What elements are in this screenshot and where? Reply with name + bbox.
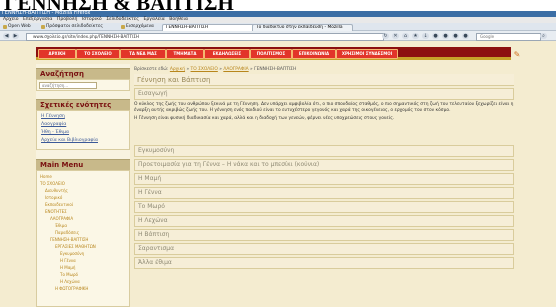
related-link[interactable]: Αρχεία και Βιβλιογραφία <box>41 138 98 144</box>
nav-school[interactable]: ΤΟ ΣΧΟΛΕΙΟ <box>76 49 120 59</box>
menu-item[interactable]: Η Λεχώνα <box>60 279 80 284</box>
bookmark-open-web[interactable]: Open Web <box>2 24 31 30</box>
breadcrumb-link[interactable]: Αρχική <box>170 67 185 72</box>
menu-item[interactable]: Έθιμα <box>55 223 67 228</box>
addon-icon[interactable]: ● <box>462 33 469 39</box>
menu-item[interactable]: Εγκυμοσύνη <box>60 251 84 256</box>
breadcrumb-current: ΓΕΝΝΗΣΗ-ΒΑΠΤΙΣΗ <box>254 67 297 72</box>
address-bar[interactable]: www.σχολείο.gr/site/index.php/ΓΕΝΝΗΣΗ-ΒΑ… <box>26 33 384 41</box>
stop-icon[interactable]: ✕ <box>392 33 399 39</box>
section-heading[interactable]: Σαραντισμα <box>134 243 514 255</box>
menu-item[interactable]: ΕΡΓΑΣΙΕΣ ΜΑΘΗΤΩΝ <box>55 244 96 249</box>
tabs-bar: Open Web Πρόσφατοι σελιδοδείκτες Εισερχό… <box>0 23 556 32</box>
section-heading[interactable]: Προετοιμασία για τη Γέννα – Η νάκα και τ… <box>134 159 514 171</box>
nav-home[interactable]: ΑΡΧΙΚΗ <box>38 49 76 59</box>
related-box: Η Γέννηση Λαογραφία Ήθη - Έθιμα Αρχεία κ… <box>36 110 130 150</box>
menu-item[interactable]: Παραδόσεις <box>55 230 79 235</box>
menu-item[interactable]: Το Μωρό <box>60 272 78 277</box>
menu-item[interactable]: ΓΕΝΝΗΣΗ-ΒΑΠΤΙΣΗ <box>50 237 88 242</box>
search-box: αναζήτηση... <box>36 79 130 91</box>
menu-item[interactable]: ΤΟ ΣΧΟΛΕΙΟ <box>40 181 65 186</box>
related-link[interactable]: Η Γέννηση <box>41 114 65 120</box>
related-link[interactable]: Λαογραφία <box>41 122 66 128</box>
main-content: Βρίσκεστε εδώ: Αρχική » ΤΟ ΣΧΟΛΕΙΟ » ΛΑΟ… <box>134 64 514 307</box>
section-heading[interactable]: Η Λεχώνα <box>134 215 514 227</box>
addon-icon[interactable]: ● <box>442 33 449 39</box>
menu-item[interactable]: Η ΦΩΤΟΓΡΑΦΙΚΗ <box>55 286 88 291</box>
reload-icon[interactable]: ↻ <box>382 33 389 39</box>
site-search-input[interactable]: αναζήτηση... <box>39 82 97 89</box>
menu-item[interactable]: Η Μαμή <box>60 265 75 270</box>
menu-item[interactable]: Η Γέννα <box>60 258 76 263</box>
nav-events[interactable]: ΕΚΔΗΛΩΣΕΙΣ <box>204 49 250 59</box>
back-icon[interactable]: ◀ <box>3 33 10 39</box>
navigation-bar: ◀ ▶ www.σχολείο.gr/site/index.php/ΓΕΝΝΗΣ… <box>0 31 556 41</box>
breadcrumb-link[interactable]: ΛΑΟΓΡΑΦΙΑ <box>223 67 248 72</box>
breadcrumb-link[interactable]: ΤΟ ΣΧΟΛΕΙΟ <box>191 67 218 72</box>
main-menu-title: Main Menu <box>36 159 130 170</box>
section-heading[interactable]: Η Βάπτιση <box>134 229 514 241</box>
nav-contact[interactable]: ΕΠΙΚΟΙΝΩΝΙΑ <box>292 49 336 59</box>
breadcrumb-label: Βρίσκεστε εδώ: <box>134 67 169 72</box>
section-heading[interactable]: Η Μαμή <box>134 173 514 185</box>
search-icon[interactable]: ⌕ <box>540 33 547 39</box>
section-heading[interactable]: Η Γέννα <box>134 187 514 199</box>
print-icon[interactable]: ✎ <box>512 50 522 60</box>
section-heading[interactable]: Άλλα έθιμα <box>134 257 514 269</box>
tab-label: Το διαδίκτυο στην εκπαίδευση - Mozilla <box>256 25 343 30</box>
bookmark-star-icon[interactable]: ★ <box>412 33 419 39</box>
menu-item[interactable]: Διευθυντής <box>45 188 68 193</box>
nav-classes[interactable]: ΤΜΗΜΑΤΑ <box>166 49 204 59</box>
window-title: ΓΕΝΝΗΣΗ-ΒΑΠΤΙΣΗ - Mozilla Firefox <box>2 10 91 16</box>
search-box-title: Αναζήτηση <box>36 68 130 79</box>
nav-culture[interactable]: ΠΟΛΙΤΙΣΜΟΣ <box>250 49 292 59</box>
addon-icon[interactable]: ● <box>452 33 459 39</box>
page-title: Γέννηση και Βάπτιση <box>134 74 514 86</box>
intro-paragraph: Ο κύκλος της ζωής του ανθρώπου ξεκινά με… <box>134 102 514 113</box>
section-heading[interactable]: Το Μωρό <box>134 201 514 213</box>
menu-item[interactable]: ΛΑΟΓΡΑΦΙΑ <box>50 216 73 221</box>
bookmark-inbox[interactable]: Εισερχόμενα <box>120 24 154 30</box>
intro-text: Ο κύκλος της ζωής του ανθρώπου ξεκινά με… <box>134 102 514 124</box>
breadcrumb: Βρίσκεστε εδώ: Αρχική » ΤΟ ΣΧΟΛΕΙΟ » ΛΑΟ… <box>134 67 297 72</box>
menu-item[interactable]: Εκπαιδευτικοί <box>45 202 73 207</box>
nav-news[interactable]: ΤΑ ΝΕΑ ΜΑΣ <box>120 49 166 59</box>
intro-heading[interactable]: Εισαγωγή <box>134 88 514 100</box>
tab-label: ΓΕΝΝΗΣΗ-ΒΑΠΤΙΣΗ <box>166 25 209 30</box>
intro-paragraph: Η Γέννηση είναι φυσική διαδικασία και χα… <box>134 116 395 121</box>
home-icon[interactable]: ⌂ <box>402 33 409 39</box>
main-menu: Home ΤΟ ΣΧΟΛΕΙΟ Διευθυντής Ιστορικό Εκπα… <box>36 170 130 307</box>
section-heading[interactable]: Εγκυμοσύνη <box>134 145 514 157</box>
menu-item[interactable]: Ιστορικό <box>45 195 62 200</box>
download-icon[interactable]: ↓ <box>422 33 429 39</box>
menu-item[interactable]: Home <box>40 174 52 179</box>
related-box-title: Σχετικές ενότητες <box>36 99 130 110</box>
bookmark-recent[interactable]: Πρόσφατοι σελιδοδείκτες <box>40 24 103 30</box>
related-link[interactable]: Ήθη - Έθιμα <box>41 130 69 136</box>
menu-item[interactable]: ΕΝΟΤΗΤΕΣ <box>45 209 67 214</box>
site-navigation: ΑΡΧΙΚΗ ΤΟ ΣΧΟΛΕΙΟ ΤΑ ΝΕΑ ΜΑΣ ΤΜΗΜΑΤΑ ΕΚΔ… <box>36 47 511 60</box>
search-input[interactable]: Google <box>476 33 541 41</box>
left-sidebar: Αναζήτηση αναζήτηση... Σχετικές ενότητες… <box>36 64 130 307</box>
forward-icon[interactable]: ▶ <box>12 33 19 39</box>
addon-icon[interactable]: ● <box>432 33 439 39</box>
nav-links[interactable]: ΧΡΗΣΙΜΟΙ ΣΥΝΔΕΣΜΟΙ <box>336 49 398 59</box>
